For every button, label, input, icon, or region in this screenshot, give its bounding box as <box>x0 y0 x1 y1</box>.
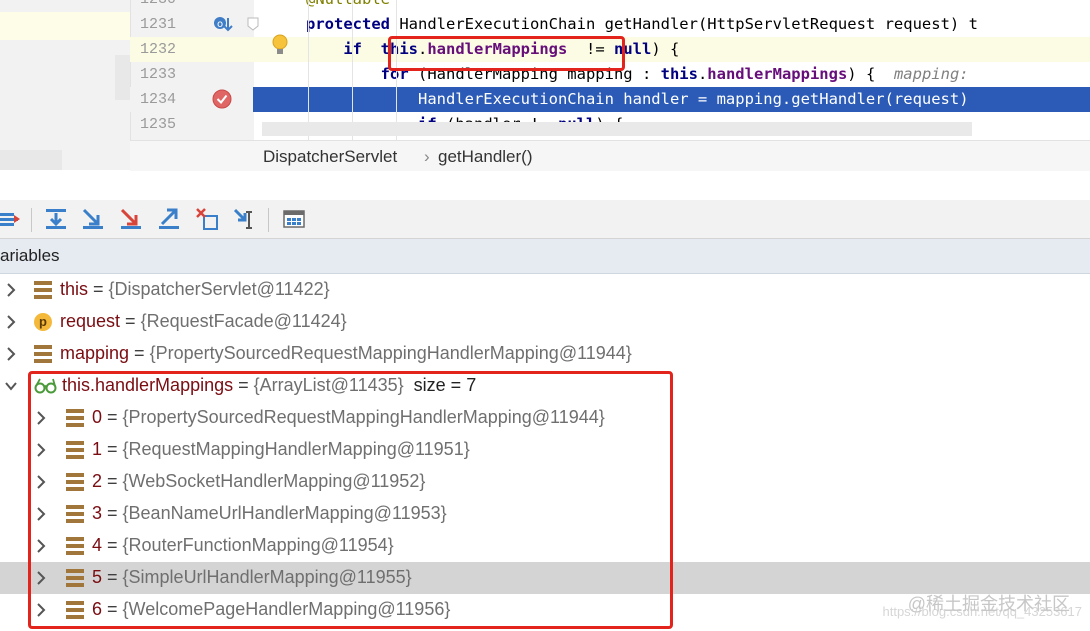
breadcrumb-separator: › <box>424 147 430 166</box>
variable-value: {DispatcherServlet@11422} <box>108 279 330 299</box>
chevron-right-icon[interactable] <box>4 282 18 298</box>
code-text: HandlerExecutionChain handler = mapping.… <box>306 90 969 108</box>
code-token: ) { <box>847 65 894 83</box>
variable-row[interactable]: p request = {RequestFacade@11424} <box>0 306 1090 338</box>
step-out-icon[interactable] <box>156 206 182 232</box>
variable-value: {PropertySourcedRequestMappingHandlerMap… <box>149 343 632 363</box>
breadcrumb-method[interactable]: getHandler() <box>438 147 533 167</box>
show-execution-point-icon[interactable] <box>0 206 26 232</box>
breadcrumb: DispatcherServlet › getHandler() <box>130 140 1090 171</box>
lightbulb-icon[interactable] <box>271 34 289 56</box>
variable-name: this <box>60 279 89 299</box>
drop-frame-icon[interactable] <box>194 206 220 232</box>
code-token: handlerMappings <box>707 65 848 83</box>
variable-text: mapping = {PropertySourcedRequestMapping… <box>60 343 632 363</box>
code-token: @Nullable <box>306 0 390 8</box>
fold-marker-icon[interactable] <box>247 17 259 31</box>
step-into-icon[interactable] <box>80 206 106 232</box>
code-token: this <box>660 65 698 83</box>
breakpoint-icon[interactable] <box>212 89 232 109</box>
chevron-right-icon[interactable] <box>4 346 18 362</box>
code-token: ) { <box>651 40 680 58</box>
implementing-method-icon[interactable]: o <box>212 14 234 34</box>
line-number: 1233 <box>140 66 177 83</box>
code-editor[interactable]: 1230 @Nullable 1231 protected HandlerExecut… <box>0 0 1090 171</box>
highlight-box-children <box>28 371 673 629</box>
indent-guide <box>352 0 353 140</box>
evaluate-expression-icon[interactable] <box>281 206 307 232</box>
indent-guide <box>308 0 309 140</box>
toolbar-separator <box>268 208 269 232</box>
variable-row[interactable]: mapping = {PropertySourcedRequestMapping… <box>0 338 1090 370</box>
svg-text:o: o <box>217 19 223 30</box>
chevron-down-icon[interactable] <box>4 378 18 394</box>
chevron-right-icon[interactable] <box>4 314 18 330</box>
debugger-toolbar <box>0 200 1090 239</box>
variable-value: {RequestFacade@11424} <box>140 311 347 331</box>
variables-title: ariables <box>0 246 60 265</box>
variable-text: this = {DispatcherServlet@11422} <box>60 279 330 299</box>
variable-row[interactable]: this = {DispatcherServlet@11422} <box>0 274 1090 306</box>
step-over-icon[interactable] <box>43 206 69 232</box>
line-number: 1232 <box>140 41 177 58</box>
execution-line[interactable]: 1234 HandlerExecutionChain handler = map… <box>130 87 1090 112</box>
code-line[interactable]: 1230 @Nullable <box>130 0 1090 12</box>
watermark: @稀土掘金技术社区 <box>907 594 1070 614</box>
field-stack-icon <box>34 345 52 363</box>
code-token: HandlerExecutionChain handler = mapping.… <box>306 90 969 108</box>
variable-name: mapping <box>60 343 130 363</box>
code-text: protected HandlerExecutionChain getHandl… <box>306 15 978 33</box>
variable-text: request = {RequestFacade@11424} <box>60 311 347 331</box>
toolbar-separator <box>31 208 32 232</box>
code-token: . <box>697 65 708 83</box>
code-token: mapping: <box>893 65 978 83</box>
variable-name: request <box>60 311 121 331</box>
line-number: 1231 <box>140 16 177 33</box>
line-number: 1230 <box>140 0 176 8</box>
breadcrumb-class[interactable]: DispatcherServlet <box>263 147 397 167</box>
highlight-box-field <box>388 36 625 71</box>
parameter-icon: p <box>34 313 52 331</box>
line-number: 1234 <box>130 87 253 112</box>
force-step-into-icon[interactable] <box>118 206 144 232</box>
code-text: @Nullable <box>306 0 390 8</box>
horizontal-scrollbar[interactable] <box>262 122 972 136</box>
code-token: HandlerExecutionChain getHandler(HttpSer… <box>399 15 978 33</box>
project-panel-edge <box>0 0 130 170</box>
field-stack-icon <box>34 281 52 299</box>
run-to-cursor-icon[interactable] <box>232 206 258 232</box>
variables-panel-header: ariables <box>0 239 1090 274</box>
line-number: 1235 <box>140 116 177 133</box>
